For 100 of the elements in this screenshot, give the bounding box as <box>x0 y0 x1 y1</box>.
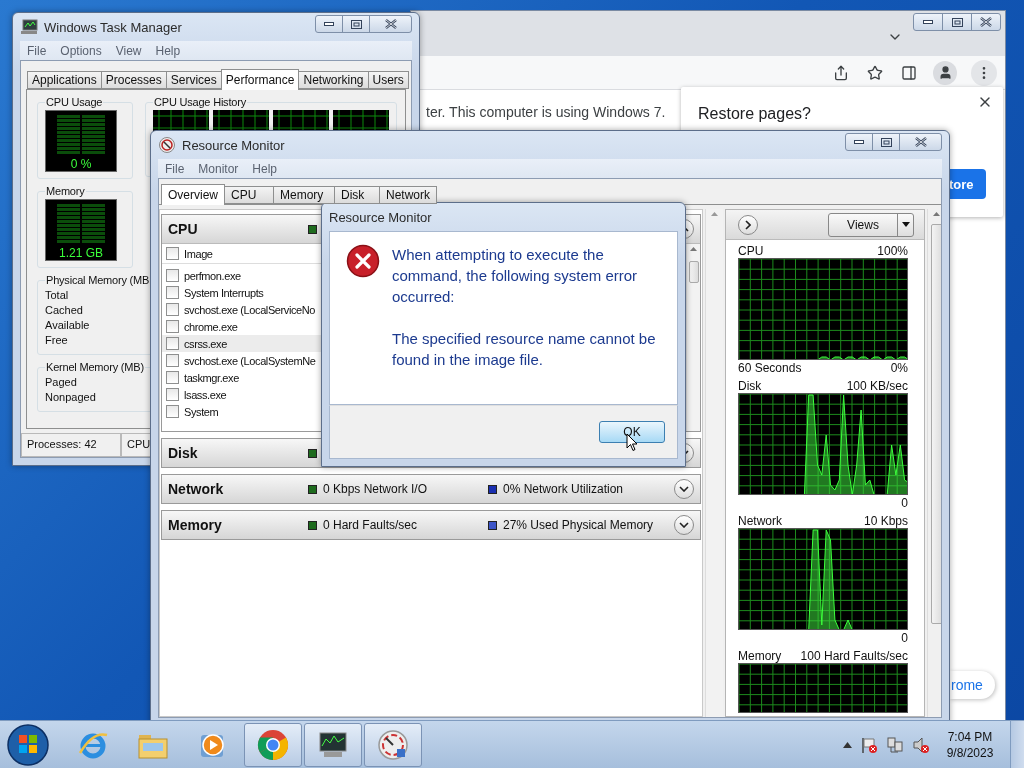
close-button[interactable] <box>971 13 1001 31</box>
scrollbar-thumb[interactable] <box>930 224 941 624</box>
error-message: The specified resource name cannot be found in the image file. <box>392 329 657 370</box>
menu-item[interactable]: Help <box>247 161 283 176</box>
group-label: Kernel Memory (MB) <box>45 361 145 373</box>
graph-title: Memory <box>738 648 782 663</box>
checkbox[interactable] <box>166 247 179 260</box>
column-header[interactable]: Image <box>184 247 213 260</box>
close-button[interactable] <box>369 15 412 33</box>
section-title: Network <box>168 481 225 497</box>
menu-item[interactable]: File <box>160 161 190 176</box>
tab[interactable]: Services <box>165 71 222 89</box>
group-label: Physical Memory (MB <box>45 274 151 286</box>
caret-icon <box>901 222 910 227</box>
info-label: Cached <box>45 303 84 318</box>
table-cell: csrss.exe <box>184 337 227 350</box>
ok-button[interactable]: OK <box>599 421 665 443</box>
minimize-button[interactable] <box>845 133 873 151</box>
scroll-up-icon[interactable] <box>690 247 697 251</box>
group-label: CPU Usage <box>45 96 104 108</box>
checkbox[interactable] <box>166 337 179 350</box>
maximize-button[interactable] <box>942 13 972 31</box>
dialog-title: Resource Monitor <box>329 209 433 225</box>
tab[interactable]: Applications <box>27 71 102 89</box>
tab[interactable]: Overview <box>161 184 225 205</box>
views-button[interactable]: Views <box>828 212 914 237</box>
menu-item[interactable]: Help <box>150 43 186 58</box>
tab[interactable]: Users <box>367 71 409 89</box>
maximize-button[interactable] <box>342 15 370 33</box>
clock-time: 7:04 PM <box>947 728 993 745</box>
axis-max-label: 100 Hard Faults/sec <box>800 648 908 663</box>
volume-muted-icon[interactable] <box>912 735 930 754</box>
taskbar-button[interactable] <box>304 722 362 767</box>
section-header[interactable]: Memory 0 Hard Faults/sec 27% Used Physical Memory <box>162 511 700 539</box>
tab[interactable]: Networking <box>298 71 369 89</box>
axis-max-label: 100 KB/sec <box>846 378 908 393</box>
start-button[interactable] <box>6 722 50 767</box>
checkbox[interactable] <box>166 269 179 282</box>
tab[interactable]: CPU <box>224 186 274 204</box>
menu-icon[interactable] <box>971 59 997 86</box>
minimize-button[interactable] <box>913 13 943 31</box>
checkbox[interactable] <box>166 371 179 384</box>
checkbox[interactable] <box>166 405 179 418</box>
table-cell: lsass.exe <box>184 388 227 401</box>
close-button[interactable] <box>899 133 942 151</box>
checkbox[interactable] <box>166 320 179 333</box>
tab[interactable]: Network <box>379 186 438 204</box>
table-cell: chrome.exe <box>184 320 238 333</box>
graph-title: Disk <box>738 378 762 393</box>
tab[interactable]: Processes <box>100 71 167 89</box>
close-icon <box>980 17 992 27</box>
checkbox[interactable] <box>166 354 179 367</box>
axis-time-label: 60 Seconds <box>738 360 802 375</box>
checkbox[interactable] <box>166 303 179 316</box>
error-icon <box>346 244 380 278</box>
show-hidden-icons[interactable] <box>843 741 852 748</box>
error-message: When attempting to execute the command, the following system error occurred: <box>392 245 639 307</box>
window-title: Resource Monitor <box>182 137 286 153</box>
tab[interactable]: Memory <box>273 186 335 204</box>
minimize-button[interactable] <box>315 15 343 33</box>
section-header[interactable]: Network 0 Kbps Network I/O 0% Network Utilization <box>162 475 700 503</box>
menu-item[interactable]: File <box>22 43 52 58</box>
usage-meter <box>57 115 105 155</box>
table-cell: svchost.exe (LocalSystemNe <box>184 354 316 367</box>
axis-max-label: 100% <box>877 243 908 258</box>
minimize-icon <box>923 20 933 24</box>
minimize-icon <box>854 140 864 144</box>
scrollbar-thumb[interactable] <box>688 261 699 283</box>
menu-item[interactable]: Monitor <box>193 161 244 176</box>
clock-date: 9/8/2023 <box>946 744 994 761</box>
network-icon[interactable] <box>886 735 904 754</box>
gauge-icon <box>377 728 409 761</box>
expand-button[interactable] <box>674 479 694 499</box>
metric-text: 27% Used Physical Memory <box>503 518 654 532</box>
maximize-icon <box>951 17 963 27</box>
expand-button[interactable] <box>674 515 694 535</box>
info-label: Paged <box>45 375 78 390</box>
section-title: CPU <box>168 221 199 237</box>
metric-text: 0% Network Utilization <box>503 482 624 496</box>
info-label: Free <box>45 333 69 348</box>
flag-icon[interactable] <box>860 735 878 754</box>
restore-button[interactable]: tore <box>948 169 986 199</box>
menu-item[interactable]: View <box>110 43 147 58</box>
scroll-up-icon[interactable] <box>933 212 940 216</box>
expand-button[interactable] <box>738 214 758 235</box>
table-cell: svchost.exe (LocalServiceNo <box>184 303 316 316</box>
status-text: Processes: 42 <box>21 433 121 457</box>
tab[interactable]: Performance <box>220 69 300 90</box>
profile-icon[interactable] <box>933 60 957 85</box>
maximize-icon <box>350 19 362 29</box>
checkbox[interactable] <box>166 286 179 299</box>
tab[interactable]: Disk <box>334 186 380 204</box>
checkbox[interactable] <box>166 388 179 401</box>
scroll-up-icon[interactable] <box>711 212 718 216</box>
maximize-button[interactable] <box>872 133 900 151</box>
meter-reading: 0 % <box>70 157 92 171</box>
menu-item[interactable]: Options <box>55 43 107 58</box>
chrome-button[interactable]: rome <box>950 671 995 699</box>
popup-title: Restore pages? <box>698 105 811 123</box>
chrome-icon <box>257 728 289 761</box>
